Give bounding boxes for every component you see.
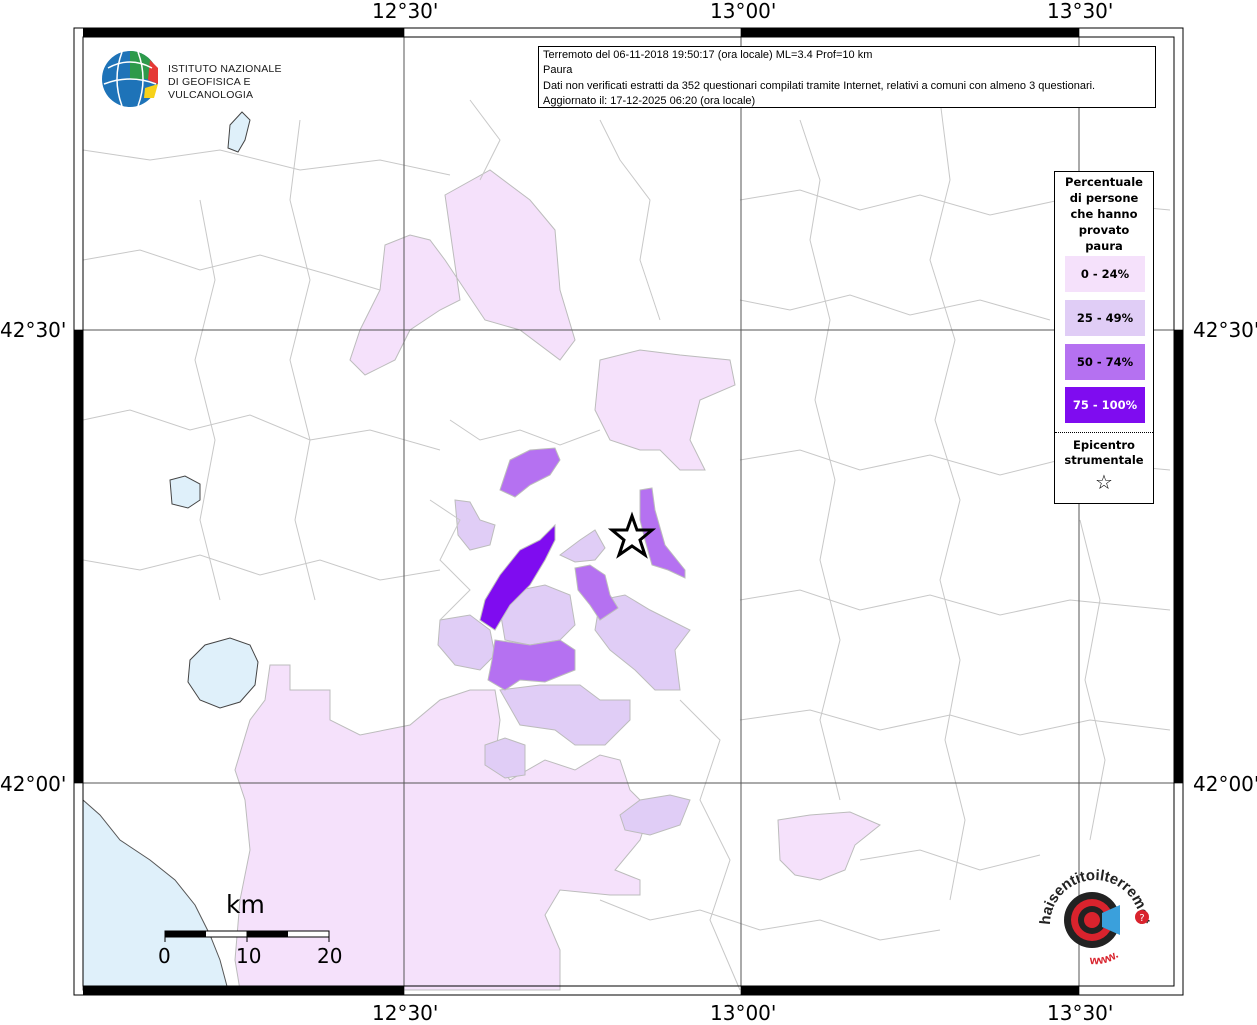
region-0-24-east bbox=[594, 349, 736, 471]
legend-title-line: paura bbox=[1085, 239, 1123, 253]
map-subject: Paura bbox=[543, 64, 573, 77]
event-info-box: Terremoto del 06-11-2018 19:50:17 (ora l… bbox=[538, 46, 1156, 108]
legend-epicenter-line: strumentale bbox=[1064, 453, 1144, 467]
left-lat-label: 42°00' bbox=[0, 772, 67, 796]
frame-bar bbox=[741, 28, 1079, 37]
update-timestamp: Aggiornato il: 17-12-2025 06:20 (ora loc… bbox=[543, 95, 756, 108]
brand-www: www. bbox=[1089, 947, 1121, 967]
bottom-lon-label: 13°00' bbox=[710, 1001, 777, 1025]
boundary-line bbox=[739, 294, 1051, 321]
bottom-lon-label: 12°30' bbox=[372, 1001, 439, 1025]
frame-bar bbox=[1174, 330, 1183, 783]
legend-separator bbox=[1055, 432, 1153, 433]
frame-bar bbox=[83, 986, 404, 995]
region-25-49-h bbox=[559, 529, 606, 563]
haisentito-logo: haisentitoilterremoto.it www. ? bbox=[1025, 842, 1160, 985]
legend-epicenter-label: Epicentro strumentale bbox=[1055, 438, 1153, 468]
data-note: Dati non verificati estratti da 352 ques… bbox=[543, 79, 1096, 92]
region-50-74-a bbox=[499, 447, 561, 498]
legend-title-line: che hanno bbox=[1070, 207, 1138, 221]
svg-text:?: ? bbox=[1139, 913, 1144, 924]
boundary-line bbox=[194, 199, 221, 601]
boundary-line bbox=[289, 119, 316, 601]
legend-swatch-75-100: 75 - 100% bbox=[1065, 387, 1145, 423]
boundary-line bbox=[599, 899, 941, 941]
lake-small-2 bbox=[227, 111, 251, 153]
boundary-line bbox=[739, 589, 1171, 616]
right-lat-label: 42°00' bbox=[1193, 772, 1257, 796]
boundary-line bbox=[799, 119, 841, 801]
region-25-49-e bbox=[499, 684, 631, 746]
bottom-lon-label: 13°30' bbox=[1047, 1001, 1114, 1025]
boundary-line bbox=[82, 249, 381, 291]
boundary-line bbox=[82, 554, 441, 581]
legend-swatch-50-74: 50 - 74% bbox=[1065, 344, 1145, 380]
right-lat-label: 42°30' bbox=[1193, 318, 1257, 342]
legend-title-line: di persone bbox=[1069, 191, 1139, 205]
legend-title-line: provato bbox=[1078, 223, 1130, 237]
scale-tick-label: 20 bbox=[317, 944, 343, 968]
lake-bolsena-like bbox=[187, 637, 259, 709]
boundary-line bbox=[82, 149, 451, 176]
legend: Percentuale di persone che hanno provato… bbox=[1054, 171, 1154, 504]
region-25-49-a bbox=[454, 499, 496, 551]
boundary-line bbox=[859, 849, 1041, 871]
boundary-line bbox=[449, 419, 601, 446]
scale-tick-label: 10 bbox=[236, 944, 262, 968]
scale-tick-label: 0 bbox=[158, 944, 171, 968]
left-lat-label: 42°30' bbox=[0, 318, 67, 342]
frame-bar bbox=[74, 330, 83, 783]
legend-title: Percentuale di persone che hanno provato… bbox=[1055, 174, 1153, 254]
top-lon-label: 13°00' bbox=[710, 0, 777, 23]
event-title: Terremoto del 06-11-2018 19:50:17 (ora l… bbox=[543, 49, 873, 61]
sea-area bbox=[82, 798, 229, 991]
region-50-74-d bbox=[487, 639, 576, 691]
region-0-24-far-east bbox=[777, 811, 881, 881]
legend-swatch-0-24: 0 - 24% bbox=[1065, 256, 1145, 292]
svg-text:www.: www. bbox=[1089, 947, 1121, 967]
frame-bar bbox=[741, 986, 1079, 995]
boundary-line bbox=[739, 709, 1171, 736]
legend-title-line: Percentuale bbox=[1065, 175, 1143, 189]
target-megaphone-icon: haisentitoilterremoto.it www. ? bbox=[1025, 842, 1153, 967]
legend-swatch-25-49: 25 - 49% bbox=[1065, 300, 1145, 336]
boundary-line bbox=[82, 409, 441, 451]
top-lon-label: 12°30' bbox=[372, 0, 439, 23]
boundary-line bbox=[929, 99, 966, 901]
logo-line-2: DI GEOFISICA E VULCANOLOGIA bbox=[168, 76, 254, 101]
boundary-line bbox=[469, 99, 501, 181]
scale-unit: km bbox=[226, 890, 265, 919]
region-50-74-b bbox=[574, 564, 619, 621]
ingv-logo: ISTITUTO NAZIONALE DI GEOFISICA E VULCAN… bbox=[100, 48, 310, 110]
ingv-globe-icon bbox=[102, 51, 158, 107]
frame-bar bbox=[83, 28, 404, 37]
region-0-24-north bbox=[349, 169, 576, 376]
boundary-line bbox=[679, 699, 741, 991]
logo-line-1: ISTITUTO NAZIONALE bbox=[168, 63, 282, 75]
boundary-line bbox=[599, 119, 661, 321]
lake-small-1 bbox=[169, 475, 201, 509]
legend-epicenter-line: Epicentro bbox=[1073, 438, 1135, 452]
boundary-line bbox=[1079, 519, 1106, 841]
star-icon: ☆ bbox=[1095, 470, 1113, 494]
top-lon-label: 13°30' bbox=[1047, 0, 1114, 23]
